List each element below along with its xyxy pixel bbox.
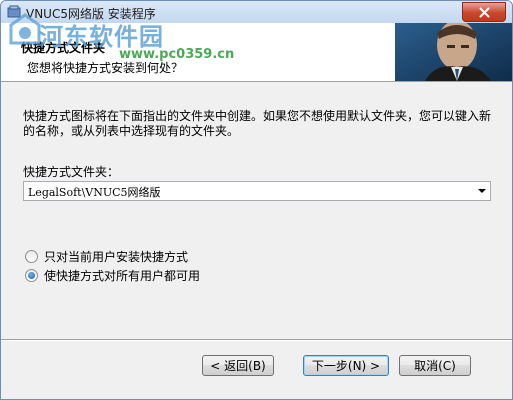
header-banner-image bbox=[395, 23, 512, 81]
radio-checked-icon[interactable] bbox=[25, 269, 38, 282]
close-button[interactable] bbox=[462, 2, 506, 22]
cancel-button[interactable]: 取消(C) bbox=[399, 355, 471, 376]
back-button[interactable]: < 返回(B) bbox=[202, 355, 274, 376]
radio-current-user-label[interactable]: 只对当前用户安装快捷方式 bbox=[44, 248, 188, 265]
dropdown-arrow-icon[interactable] bbox=[478, 189, 486, 193]
window-title: VNUC5网络版 安装程序 bbox=[26, 7, 156, 21]
folder-value: LegalSoft\VNUC5网络版 bbox=[28, 186, 161, 199]
description-text: 快捷方式图标将在下面指出的文件夹中创建。如果您不想使用默认文件夹，您可以键入新的… bbox=[23, 109, 492, 138]
footer-separator bbox=[1, 339, 512, 341]
radio-all-users[interactable]: 使快捷方式对所有用户都可用 bbox=[25, 267, 200, 284]
radio-unchecked-icon[interactable] bbox=[25, 250, 38, 263]
radio-current-user[interactable]: 只对当前用户安装快捷方式 bbox=[25, 248, 188, 265]
folder-label: 快捷方式文件夹： bbox=[23, 165, 120, 179]
page-title: 快捷方式文件夹 bbox=[21, 41, 106, 55]
wizard-header: 快捷方式文件夹 您想将快捷方式安装到何处？ bbox=[1, 23, 512, 82]
shortcut-folder-combobox[interactable]: LegalSoft\VNUC5网络版 bbox=[23, 181, 491, 201]
installer-app-icon bbox=[7, 5, 21, 18]
installer-window: VNUC5网络版 安装程序 快捷方式文件夹 您想将快捷方式安装到何处？ 快捷方式… bbox=[0, 0, 513, 400]
next-button[interactable]: 下一步(N) > bbox=[303, 355, 389, 376]
close-icon bbox=[479, 7, 489, 17]
radio-all-users-label[interactable]: 使快捷方式对所有用户都可用 bbox=[44, 267, 200, 284]
title-bar[interactable]: VNUC5网络版 安装程序 bbox=[1, 1, 512, 23]
page-subtitle: 您想将快捷方式安装到何处？ bbox=[27, 61, 184, 75]
